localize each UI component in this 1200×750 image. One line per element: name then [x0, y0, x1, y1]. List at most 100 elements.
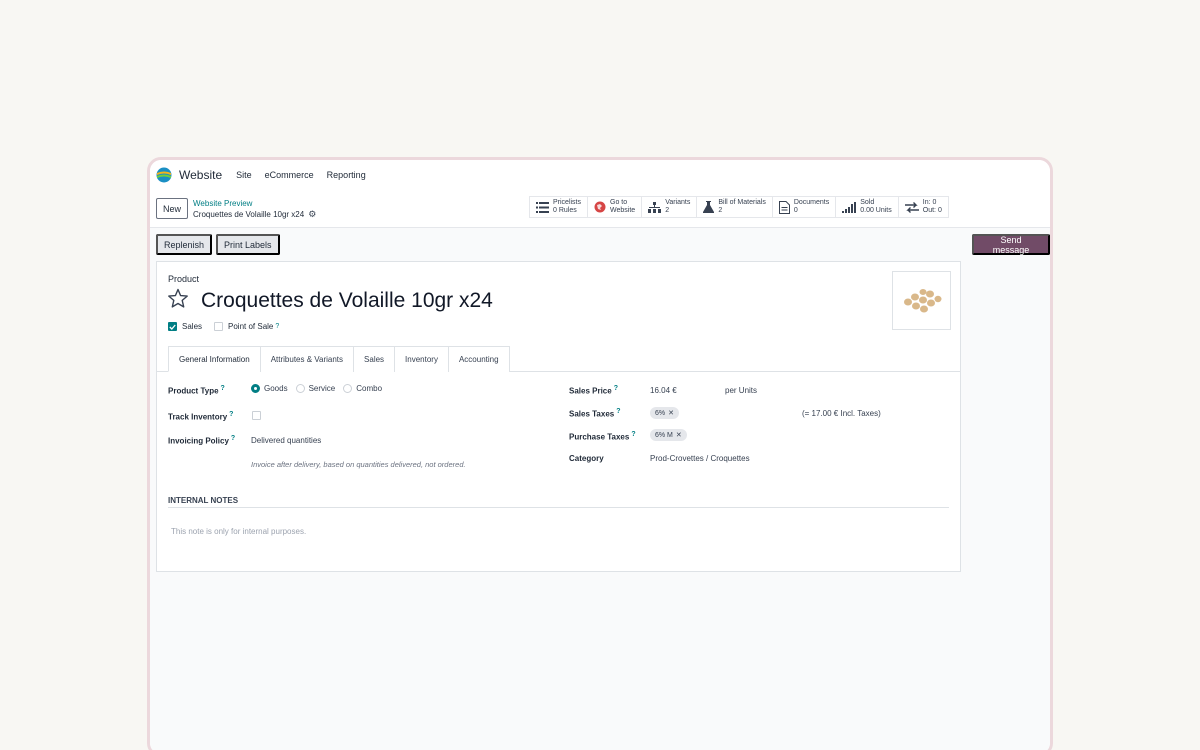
- sales-taxes-help-icon[interactable]: ?: [616, 408, 620, 415]
- product-type-help-icon[interactable]: ?: [221, 385, 225, 392]
- product-type-radio-group: Goods Service Combo: [251, 384, 382, 393]
- invoicing-policy-label-text: Invoicing Policy: [168, 436, 229, 446]
- remove-tag-icon[interactable]: ✕: [676, 431, 682, 439]
- flask-icon: [703, 201, 715, 213]
- print-labels-button[interactable]: Print Labels: [216, 234, 280, 255]
- tab-general-information[interactable]: General Information: [168, 346, 261, 372]
- track-inventory-help-icon[interactable]: ?: [229, 411, 233, 418]
- purchase-taxes-label-text: Purchase Taxes: [569, 432, 630, 442]
- invoicing-policy-help-icon[interactable]: ?: [231, 435, 235, 442]
- smart-buttons: Pricelists 0 Rules Go to Website Variants 2…: [529, 196, 949, 218]
- invoicing-policy-hint: Invoice after delivery, based on quantit…: [251, 460, 466, 469]
- croquettes-image: [903, 288, 941, 312]
- bom-value: 2: [718, 207, 723, 214]
- exchange-icon: [904, 201, 919, 213]
- control-panel: New Website Preview Croquettes de Volail…: [150, 190, 1050, 228]
- combo-radio[interactable]: [343, 384, 353, 393]
- bar-chart-icon: [842, 201, 857, 213]
- sales-price-help-icon[interactable]: ?: [614, 385, 618, 392]
- gear-icon[interactable]: ⚙: [308, 209, 316, 220]
- product-type-label-text: Product Type: [168, 386, 219, 396]
- service-radio[interactable]: [295, 384, 305, 393]
- menu-site[interactable]: Site: [236, 170, 252, 180]
- variants-smart-button[interactable]: Variants 2: [642, 197, 698, 217]
- product-label: Product: [168, 274, 200, 284]
- app-window: Website Site eCommerce Reporting New Web…: [147, 157, 1053, 750]
- sales-price-label: Sales Price?: [569, 385, 618, 396]
- in-value: In: 0: [922, 199, 937, 206]
- menu-ecommerce[interactable]: eCommerce: [265, 170, 314, 180]
- form-body: Replenish Print Labels Send message Prod…: [150, 228, 1050, 750]
- form-tabs: General Information Attributes & Variant…: [168, 346, 960, 372]
- pricelists-value: 0 Rules: [553, 207, 577, 214]
- tab-sales[interactable]: Sales: [353, 346, 396, 372]
- internal-notes-divider: [168, 507, 949, 508]
- goods-radio[interactable]: [251, 384, 260, 393]
- sales-price-label-text: Sales Price: [569, 386, 612, 396]
- sales-price-input[interactable]: 16.04 €: [650, 386, 677, 395]
- goods-radio-label: Goods: [264, 384, 288, 393]
- app-name[interactable]: Website: [179, 168, 222, 182]
- sales-tax-tag[interactable]: 6% ✕: [650, 407, 679, 419]
- remove-tag-icon[interactable]: ✕: [668, 409, 674, 417]
- documents-label: Documents: [793, 199, 830, 206]
- tab-attributes-variants[interactable]: Attributes & Variants: [259, 346, 355, 372]
- purchase-tax-tag[interactable]: 6% M ✕: [650, 429, 687, 441]
- product-name[interactable]: Croquettes de Volaille 10gr x24: [201, 289, 493, 313]
- breadcrumb-current: Croquettes de Volaille 10gr x24 ⚙: [193, 209, 316, 220]
- point-of-sale-checkbox[interactable]: [214, 322, 224, 331]
- new-button[interactable]: New: [156, 198, 189, 219]
- category-label: Category: [569, 454, 604, 463]
- file-icon: [778, 200, 790, 214]
- tab-accounting[interactable]: Accounting: [447, 346, 510, 372]
- documents-value: 0: [793, 207, 798, 214]
- go-to-website-smart-button[interactable]: Go to Website: [588, 197, 643, 217]
- service-radio-label: Service: [308, 384, 336, 393]
- sold-smart-button[interactable]: Sold 0.00 Units: [836, 197, 899, 217]
- check-icon: [169, 324, 176, 330]
- product-image[interactable]: [892, 271, 951, 330]
- menu-reporting[interactable]: Reporting: [327, 170, 366, 180]
- sales-taxes-label-text: Sales Taxes: [569, 409, 615, 419]
- favorite-star-icon[interactable]: [167, 288, 189, 309]
- in-out-smart-button[interactable]: In: 0 Out: 0: [899, 197, 948, 217]
- purchase-taxes-label: Purchase Taxes?: [569, 431, 636, 442]
- breadcrumb-website-preview[interactable]: Website Preview: [193, 198, 316, 209]
- tab-inventory[interactable]: Inventory: [394, 346, 449, 372]
- sales-checkbox-label: Sales: [182, 322, 203, 331]
- replenish-button[interactable]: Replenish: [156, 234, 213, 255]
- purchase-taxes-help-icon[interactable]: ?: [631, 431, 635, 438]
- category-select[interactable]: Prod-Crovettes / Croquettes: [650, 454, 750, 463]
- internal-notes-editor[interactable]: This note is only for internal purposes.: [171, 527, 306, 536]
- invoicing-policy-label: Invoicing Policy?: [168, 435, 235, 446]
- sales-taxes-label: Sales Taxes?: [569, 408, 621, 419]
- sales-taxes-incl: (= 17.00 € Incl. Taxes): [802, 409, 881, 418]
- variants-value: 2: [665, 207, 670, 214]
- go-to-website-line2: Website: [610, 207, 636, 214]
- website-app-icon[interactable]: [156, 167, 172, 183]
- sales-checkbox[interactable]: [168, 322, 177, 331]
- track-inventory-label-text: Track Inventory: [168, 412, 228, 422]
- point-of-sale-label: Point of Sale: [228, 322, 274, 331]
- combo-radio-label: Combo: [356, 384, 383, 393]
- track-inventory-checkbox[interactable]: [252, 411, 261, 420]
- form-sheet: Product Croquettes de Volaille 10gr x24 …: [156, 261, 961, 572]
- go-to-website-line1: Go to: [610, 199, 628, 206]
- sold-label: Sold: [860, 199, 875, 206]
- breadcrumb: Website Preview Croquettes de Volaille 1…: [193, 198, 316, 220]
- documents-smart-button[interactable]: Documents 0: [773, 197, 837, 217]
- sold-value: 0.00 Units: [860, 207, 892, 214]
- bill-of-materials-smart-button[interactable]: Bill of Materials 2: [697, 197, 773, 217]
- internal-notes-title: INTERNAL NOTES: [168, 496, 239, 505]
- invoicing-policy-select[interactable]: Delivered quantities: [251, 436, 321, 445]
- sitemap-icon: [648, 201, 662, 213]
- pricelists-smart-button[interactable]: Pricelists 0 Rules: [530, 197, 589, 217]
- product-flags: Sales Point of Sale ?: [168, 322, 279, 331]
- send-message-button[interactable]: Send message: [972, 234, 1050, 255]
- breadcrumb-current-label: Croquettes de Volaille 10gr x24: [193, 209, 305, 219]
- out-value: Out: 0: [922, 207, 942, 214]
- pos-help-icon[interactable]: ?: [275, 323, 279, 330]
- list-icon: [536, 201, 549, 213]
- sales-tax-tag-label: 6%: [655, 409, 666, 417]
- sales-price-unit: per Units: [725, 386, 758, 395]
